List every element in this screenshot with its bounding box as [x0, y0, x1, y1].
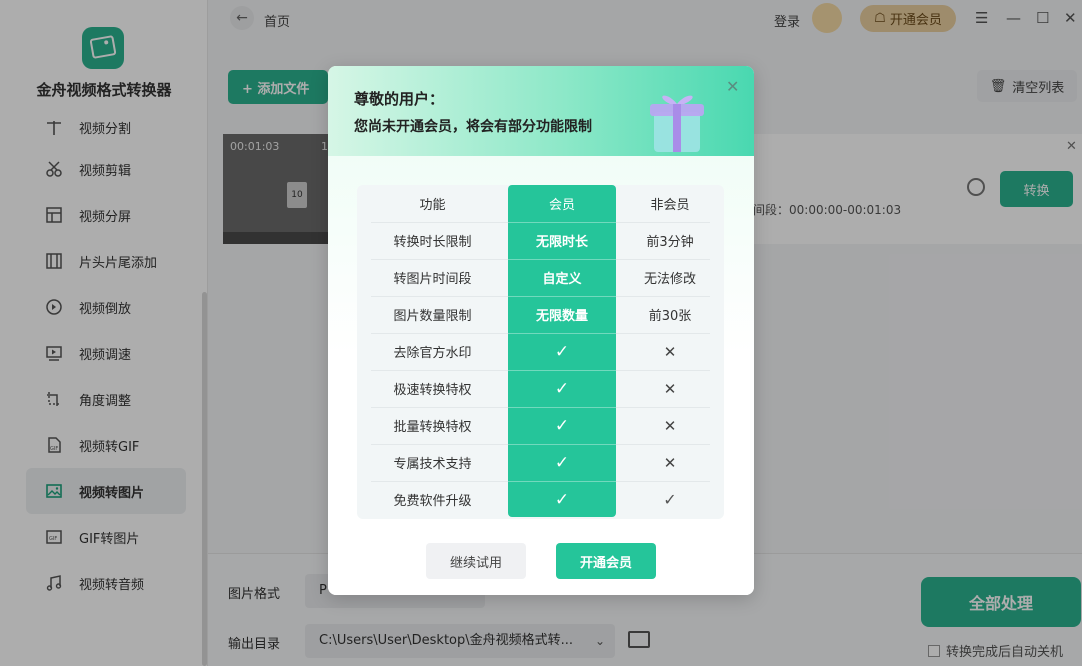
feature-cell: 极速转换特权 — [393, 383, 472, 398]
member-cell: 无限时长 — [535, 235, 588, 250]
comparison-table: 功能 会员 非会员 转换时长限制 无限时长 前3分钟 转图片时间段 自定义 无法… — [357, 185, 724, 519]
modal-notice: 您尚未开通会员，将会有部分功能限制 — [354, 119, 592, 135]
table-row: 免费软件升级 ✓ ✓ — [357, 481, 724, 518]
modal-close-icon[interactable]: ✕ — [726, 77, 739, 96]
header-member: 会员 — [548, 198, 575, 213]
table-row: 转图片时间段 自定义 无法修改 — [357, 259, 724, 296]
member-cell: 自定义 — [542, 272, 582, 287]
modal-header: 尊敬的用户： 您尚未开通会员，将会有部分功能限制 ✕ — [328, 66, 754, 156]
non-member-cell: 无法修改 — [643, 272, 696, 287]
table-row: 转换时长限制 无限时长 前3分钟 — [357, 222, 724, 259]
header-non-member: 非会员 — [650, 198, 690, 213]
feature-cell: 转图片时间段 — [393, 272, 472, 287]
check-icon: ✓ — [554, 489, 570, 510]
feature-cell: 批量转换特权 — [393, 420, 472, 435]
check-icon: ✓ — [554, 378, 570, 399]
modal-body: 功能 会员 非会员 转换时长限制 无限时长 前3分钟 转图片时间段 自定义 无法… — [328, 156, 754, 595]
feature-cell: 免费软件升级 — [393, 494, 472, 509]
member-cell: 无限数量 — [535, 309, 588, 324]
check-icon: ✓ — [663, 490, 677, 509]
continue-trial-button[interactable]: 继续试用 — [426, 543, 526, 579]
cross-icon: ✕ — [663, 453, 677, 472]
cross-icon: ✕ — [663, 416, 677, 435]
table-row: 批量转换特权 ✓ ✕ — [357, 407, 724, 444]
table-header-row: 功能 会员 非会员 — [357, 185, 724, 222]
non-member-cell: 前3分钟 — [646, 235, 694, 250]
feature-cell: 专属技术支持 — [393, 457, 472, 472]
feature-cell: 转换时长限制 — [393, 235, 472, 250]
table-row: 图片数量限制 无限数量 前30张 — [357, 296, 724, 333]
feature-cell: 图片数量限制 — [393, 309, 472, 324]
gift-icon — [650, 95, 704, 152]
table-row: 去除官方水印 ✓ ✕ — [357, 333, 724, 370]
check-icon: ✓ — [554, 452, 570, 473]
check-icon: ✓ — [554, 415, 570, 436]
table-row: 专属技术支持 ✓ ✕ — [357, 444, 724, 481]
feature-cell: 去除官方水印 — [393, 346, 472, 361]
cross-icon: ✕ — [663, 342, 677, 361]
modal-greeting: 尊敬的用户： — [354, 90, 445, 108]
non-member-cell: 前30张 — [648, 309, 692, 324]
check-icon: ✓ — [554, 341, 570, 362]
cross-icon: ✕ — [663, 379, 677, 398]
header-feature: 功能 — [419, 198, 446, 213]
table-row: 极速转换特权 ✓ ✕ — [357, 370, 724, 407]
open-vip-button[interactable]: 开通会员 — [556, 543, 656, 579]
vip-modal: 尊敬的用户： 您尚未开通会员，将会有部分功能限制 ✕ 功能 会员 非会员 转换时… — [328, 66, 754, 595]
